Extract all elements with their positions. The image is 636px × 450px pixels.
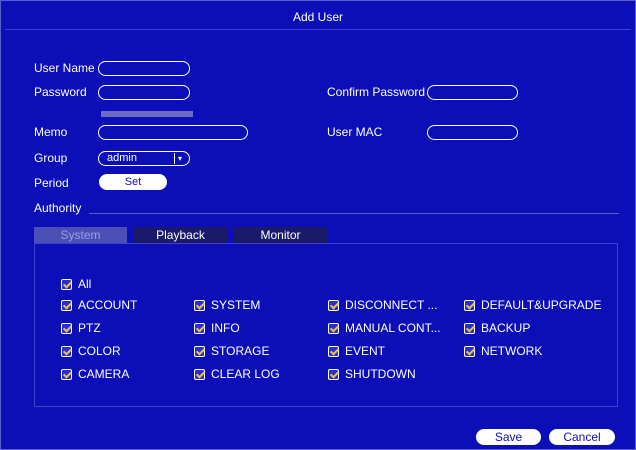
- confirm-password-label: Confirm Password: [327, 85, 426, 99]
- user-mac-label: User MAC: [327, 125, 383, 139]
- checkbox-checked-icon: [328, 345, 339, 357]
- checkbox-color[interactable]: COLOR: [61, 344, 121, 358]
- authority-divider: [89, 213, 619, 214]
- title-divider: [5, 29, 631, 30]
- authority-label: Authority: [34, 201, 82, 215]
- checkbox-label: All: [78, 277, 92, 291]
- checkbox-all[interactable]: All: [61, 277, 91, 291]
- checkbox-info[interactable]: INFO: [194, 321, 240, 335]
- checkbox-disconnect[interactable]: DISCONNECT ...: [328, 298, 437, 312]
- checkbox-ptz[interactable]: PTZ: [61, 321, 101, 335]
- checkbox-label: ACCOUNT: [78, 298, 138, 312]
- checkbox-label: DISCONNECT ...: [345, 298, 438, 312]
- checkbox-label: BACKUP: [481, 321, 531, 335]
- chevron-down-icon[interactable]: ▾: [174, 153, 185, 164]
- tab-system[interactable]: System: [34, 227, 127, 243]
- checkbox-label: NETWORK: [481, 344, 543, 358]
- user-mac-input[interactable]: [427, 125, 518, 140]
- period-set-button[interactable]: Set: [99, 174, 167, 190]
- checkbox-checked-icon: [464, 299, 475, 311]
- checkbox-checked-icon: [61, 278, 72, 290]
- checkbox-camera[interactable]: CAMERA: [61, 367, 129, 381]
- add-user-dialog: Add User User Name Password Confirm Pass…: [0, 0, 636, 450]
- checkbox-checked-icon: [61, 345, 72, 357]
- checkbox-label: MANUAL CONT...: [345, 321, 441, 335]
- permissions-panel: [34, 243, 618, 407]
- password-input[interactable]: [98, 85, 190, 100]
- checkbox-checked-icon: [194, 299, 205, 311]
- dialog-title: Add User: [292, 10, 344, 24]
- checkbox-checked-icon: [61, 322, 72, 334]
- checkbox-backup[interactable]: BACKUP: [464, 321, 530, 335]
- checkbox-checked-icon: [328, 322, 339, 334]
- confirm-password-input[interactable]: [427, 85, 518, 100]
- checkbox-label: CLEAR LOG: [211, 367, 280, 381]
- period-label: Period: [34, 176, 69, 190]
- checkbox-label: CAMERA: [78, 367, 130, 381]
- checkbox-storage[interactable]: STORAGE: [194, 344, 269, 358]
- memo-label: Memo: [34, 125, 68, 139]
- checkbox-label: DEFAULT&UPGRADE: [481, 298, 602, 312]
- checkbox-event[interactable]: EVENT: [328, 344, 385, 358]
- memo-input[interactable]: [98, 125, 248, 140]
- cancel-button[interactable]: Cancel: [549, 429, 615, 445]
- checkbox-checked-icon: [61, 368, 72, 380]
- checkbox-label: SYSTEM: [211, 298, 261, 312]
- checkbox-account[interactable]: ACCOUNT: [61, 298, 137, 312]
- checkbox-system[interactable]: SYSTEM: [194, 298, 260, 312]
- checkbox-checked-icon: [464, 345, 475, 357]
- user-name-input[interactable]: [98, 61, 190, 76]
- checkbox-checked-icon: [194, 322, 205, 334]
- checkbox-network[interactable]: NETWORK: [464, 344, 542, 358]
- checkbox-checked-icon: [194, 345, 205, 357]
- group-select[interactable]: admin ▾: [98, 151, 190, 166]
- checkbox-checked-icon: [61, 299, 72, 311]
- checkbox-checked-icon: [328, 299, 339, 311]
- checkbox-shutdown[interactable]: SHUTDOWN: [328, 367, 416, 381]
- password-strength-bar: [101, 111, 193, 117]
- checkbox-label: COLOR: [78, 344, 121, 358]
- tab-playback[interactable]: Playback: [134, 227, 227, 243]
- checkbox-label: SHUTDOWN: [345, 367, 416, 381]
- checkbox-default-upgrade[interactable]: DEFAULT&UPGRADE: [464, 298, 601, 312]
- password-label: Password: [34, 85, 87, 99]
- group-label: Group: [34, 151, 68, 165]
- user-name-label: User Name: [34, 61, 95, 75]
- save-button[interactable]: Save: [476, 429, 541, 445]
- tab-monitor[interactable]: Monitor: [234, 227, 327, 243]
- checkbox-label: EVENT: [345, 344, 386, 358]
- checkbox-checked-icon: [194, 368, 205, 380]
- checkbox-label: INFO: [211, 321, 240, 335]
- checkbox-checked-icon: [328, 368, 339, 380]
- checkbox-label: STORAGE: [211, 344, 270, 358]
- checkbox-manual-control[interactable]: MANUAL CONT...: [328, 321, 441, 335]
- checkbox-checked-icon: [464, 322, 475, 334]
- checkbox-clear-log[interactable]: CLEAR LOG: [194, 367, 280, 381]
- checkbox-label: PTZ: [78, 321, 101, 335]
- group-value: admin: [107, 152, 137, 164]
